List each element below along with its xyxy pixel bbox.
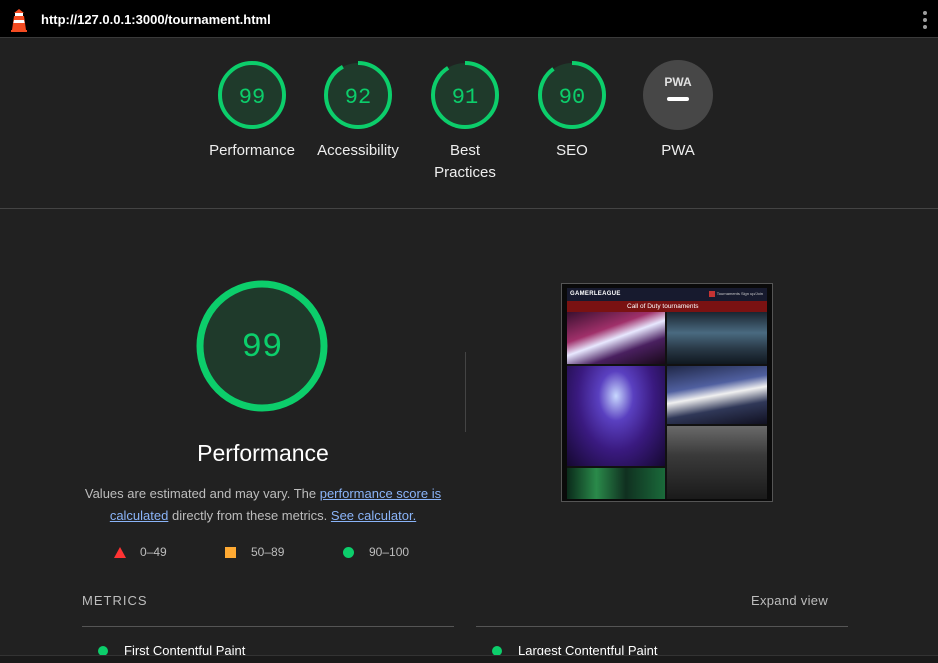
photo-team	[667, 426, 767, 499]
gauge-ring-icon: 91	[431, 61, 499, 129]
screenshot-brand: GAMERLEAGUE	[570, 291, 621, 297]
metrics-divider	[82, 626, 454, 627]
screenshot-page: GAMERLEAGUE Tournaments Sign up/Join Cal…	[567, 288, 767, 499]
vertical-divider	[465, 352, 466, 432]
metrics-heading: METRICS	[82, 593, 148, 608]
performance-score: 99	[242, 329, 283, 367]
gauge-ring-icon: 90	[538, 61, 606, 129]
desc-text: Values are estimated and may vary. The	[84, 486, 320, 501]
report-topbar: http://127.0.0.1:3000/tournament.html	[0, 0, 938, 38]
desc-text: directly from these metrics.	[168, 508, 331, 523]
pwa-badge-text: PWA	[664, 75, 692, 89]
scores-summary: 99 Performance 92 Accessibility 91 Best …	[0, 38, 938, 209]
gauge-ring-icon: 92	[324, 61, 392, 129]
legend-range: 50–89	[251, 545, 285, 559]
gauge-score: 92	[345, 85, 371, 110]
screenshot-heading-bar: Call of Duty tournaments	[567, 301, 767, 312]
gauge-label: Performance	[209, 142, 295, 159]
gauge-label: PWA	[661, 142, 695, 159]
gauge-seo[interactable]: 90 SEO	[517, 60, 627, 162]
gauge-score: 91	[452, 85, 478, 110]
more-options-icon[interactable]	[923, 11, 927, 29]
gauge-label: Best Practices	[434, 142, 496, 181]
legend-average: 50–89	[225, 545, 284, 559]
pass-circle-icon	[98, 645, 108, 656]
screenshot-nav-links: Tournaments Sign up/Join	[716, 291, 763, 296]
legend-range: 90–100	[369, 545, 410, 559]
final-screenshot[interactable]: GAMERLEAGUE Tournaments Sign up/Join Cal…	[561, 283, 773, 502]
orange-square-icon	[225, 546, 236, 558]
gauge-score: 90	[559, 85, 585, 110]
home-icon	[709, 291, 715, 297]
gauge-best-practices[interactable]: 91 Best Practices	[410, 60, 520, 184]
photo-lan-hall	[667, 366, 767, 424]
pwa-badge-icon: PWA	[643, 60, 713, 130]
page-url: http://127.0.0.1:3000/tournament.html	[41, 12, 271, 27]
legend-pass: 90–100	[343, 545, 409, 559]
photo-arena-stage	[567, 312, 665, 364]
red-triangle-icon	[114, 546, 126, 558]
performance-title: Performance	[197, 440, 329, 466]
gauge-label: Accessibility	[317, 142, 399, 159]
screenshot-navbar: GAMERLEAGUE Tournaments Sign up/Join	[567, 288, 767, 301]
gauge-ring-icon: 99	[218, 61, 286, 129]
gauge-accessibility[interactable]: 92 Accessibility	[303, 60, 413, 162]
pass-circle-icon	[492, 645, 502, 656]
photo-setup	[567, 468, 665, 499]
gauge-performance[interactable]: 99 Performance	[197, 60, 307, 162]
legend-range: 0–49	[140, 545, 167, 559]
photo-arena-crowd	[667, 312, 767, 364]
lighthouse-logo-icon	[11, 9, 27, 32]
performance-gauge-large: 99	[196, 280, 328, 412]
legend-fail: 0–49	[114, 545, 167, 559]
performance-description: Values are estimated and may vary. The p…	[76, 483, 450, 527]
gauge-label: SEO	[556, 142, 588, 159]
photo-stadium	[567, 366, 665, 466]
gauge-pwa[interactable]: PWA PWA	[623, 60, 733, 162]
gauge-score: 99	[239, 85, 265, 110]
green-circle-icon	[343, 546, 354, 558]
metrics-divider	[476, 626, 848, 627]
see-calculator-link[interactable]: See calculator.	[331, 508, 416, 523]
expand-view-button[interactable]: Expand view	[751, 593, 828, 608]
screenshot-heading: Call of Duty tournaments	[627, 303, 699, 310]
